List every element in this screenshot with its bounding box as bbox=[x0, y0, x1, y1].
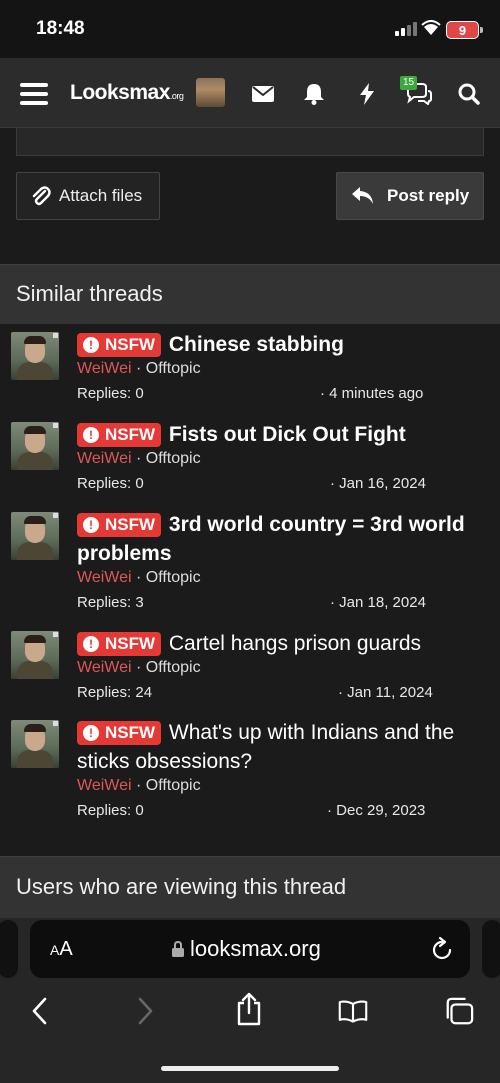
attach-files-button[interactable]: Attach files bbox=[16, 172, 160, 220]
similar-thread-item[interactable]: ! NSFW Fists out Dick Out Fight WeiWei · … bbox=[0, 420, 500, 499]
thread-meta: WeiWei · Offtopic bbox=[77, 569, 201, 587]
exclamation-icon: ! bbox=[83, 636, 99, 652]
thread-replies-count: Replies: 24 bbox=[77, 684, 153, 701]
thread-date: · Jan 11, 2024 bbox=[338, 684, 433, 701]
reload-icon[interactable] bbox=[430, 936, 454, 962]
post-reply-button[interactable]: Post reply bbox=[336, 172, 484, 220]
thread-title[interactable]: ! NSFW Cartel hangs prison guards bbox=[77, 629, 487, 658]
meta-separator: · bbox=[131, 569, 146, 586]
thread-replies-count: Replies: 0 bbox=[77, 385, 144, 402]
similar-thread-item[interactable]: ! NSFW Chinese stabbing WeiWei · Offtopic… bbox=[0, 330, 500, 409]
bell-icon[interactable] bbox=[300, 80, 328, 108]
mail-icon[interactable] bbox=[249, 80, 277, 108]
thread-title[interactable]: ! NSFW Chinese stabbing bbox=[77, 330, 487, 359]
exclamation-icon: ! bbox=[83, 427, 99, 443]
lightning-icon[interactable] bbox=[353, 80, 381, 108]
attach-files-label: Attach files bbox=[59, 186, 143, 205]
bookmarks-icon[interactable] bbox=[338, 996, 368, 1026]
address-bar[interactable]: AA looksmax.org bbox=[30, 920, 470, 978]
search-icon[interactable] bbox=[455, 80, 483, 108]
thread-replies-count: Replies: 0 bbox=[77, 475, 144, 492]
exclamation-icon: ! bbox=[83, 337, 99, 353]
thread-author-link[interactable]: WeiWei bbox=[77, 450, 132, 467]
next-tab-peek[interactable] bbox=[482, 920, 500, 978]
site-logo[interactable]: Looksmax.org bbox=[70, 81, 184, 105]
exclamation-icon: ! bbox=[83, 725, 99, 741]
menu-icon[interactable] bbox=[20, 80, 48, 108]
thread-author-link[interactable]: WeiWei bbox=[77, 569, 132, 586]
status-time: 18:48 bbox=[36, 18, 85, 39]
thread-replies-count: Replies: 0 bbox=[77, 802, 144, 819]
status-bar: 18:48 9 bbox=[0, 0, 500, 58]
exclamation-icon: ! bbox=[83, 517, 99, 533]
browser-toolbar: AA looksmax.org bbox=[0, 918, 500, 1083]
thread-author-link[interactable]: WeiWei bbox=[77, 777, 132, 794]
lock-icon bbox=[172, 941, 184, 957]
url-display[interactable]: looksmax.org bbox=[172, 936, 321, 962]
meta-separator: · bbox=[131, 450, 146, 467]
thread-meta: WeiWei · Offtopic bbox=[77, 659, 201, 677]
battery-icon: 9 bbox=[446, 21, 483, 39]
thread-replies-count: Replies: 3 bbox=[77, 594, 144, 611]
thread-forum-link[interactable]: Offtopic bbox=[146, 777, 201, 794]
similar-thread-item[interactable]: ! NSFW Cartel hangs prison guards WeiWei … bbox=[0, 629, 500, 708]
thread-date: · 4 minutes ago bbox=[320, 385, 424, 402]
thread-author-link[interactable]: WeiWei bbox=[77, 360, 132, 377]
forward-icon[interactable] bbox=[131, 996, 161, 1026]
home-indicator bbox=[161, 1066, 339, 1071]
nsfw-prefix-badge: ! NSFW bbox=[77, 632, 162, 656]
alerts-count-badge: 15 bbox=[400, 76, 418, 90]
site-navbar: Looksmax.org bbox=[0, 58, 500, 128]
previous-tab-peek[interactable] bbox=[0, 920, 18, 978]
thread-author-avatar[interactable] bbox=[11, 422, 59, 470]
meta-separator: · bbox=[131, 777, 146, 794]
thread-author-avatar[interactable] bbox=[11, 332, 59, 380]
meta-separator: · bbox=[131, 360, 146, 377]
back-icon[interactable] bbox=[24, 996, 54, 1026]
thread-forum-link[interactable]: Offtopic bbox=[146, 659, 201, 676]
thread-author-avatar[interactable] bbox=[11, 512, 59, 560]
nsfw-prefix-badge: ! NSFW bbox=[77, 513, 162, 537]
similar-thread-item[interactable]: ! NSFW What's up with Indians and the sti… bbox=[0, 718, 500, 826]
nsfw-prefix-badge: ! NSFW bbox=[77, 423, 162, 447]
thread-author-avatar[interactable] bbox=[11, 631, 59, 679]
thread-date: · Jan 16, 2024 bbox=[330, 475, 426, 492]
thread-forum-link[interactable]: Offtopic bbox=[146, 450, 201, 467]
similar-thread-item[interactable]: ! NSFW 3rd world country = 3rd world prob… bbox=[0, 510, 500, 618]
thread-title[interactable]: ! NSFW Fists out Dick Out Fight bbox=[77, 420, 487, 449]
meta-separator: · bbox=[131, 659, 146, 676]
reader-settings-button[interactable]: AA bbox=[50, 938, 73, 961]
user-avatar[interactable] bbox=[196, 78, 225, 107]
thread-meta: WeiWei · Offtopic bbox=[77, 360, 201, 378]
paperclip-icon bbox=[32, 186, 51, 206]
reply-arrow-icon bbox=[352, 187, 373, 204]
nsfw-prefix-badge: ! NSFW bbox=[77, 333, 162, 357]
thread-meta: WeiWei · Offtopic bbox=[77, 777, 201, 795]
thread-forum-link[interactable]: Offtopic bbox=[146, 360, 201, 377]
thread-date: · Dec 29, 2023 bbox=[327, 802, 426, 819]
similar-threads-heading: Similar threads bbox=[0, 264, 500, 324]
thread-title[interactable]: ! NSFW 3rd world country = 3rd world prob… bbox=[77, 510, 487, 568]
nsfw-prefix-badge: ! NSFW bbox=[77, 721, 162, 745]
users-viewing-heading: Users who are viewing this thread bbox=[0, 856, 500, 920]
post-reply-label: Post reply bbox=[387, 186, 470, 205]
cellular-signal-icon bbox=[395, 22, 417, 36]
tabs-icon[interactable] bbox=[444, 996, 474, 1026]
thread-date: · Jan 18, 2024 bbox=[330, 594, 426, 611]
share-icon[interactable] bbox=[234, 992, 264, 1026]
wifi-icon bbox=[421, 20, 441, 35]
thread-author-avatar[interactable] bbox=[11, 720, 59, 768]
thread-title[interactable]: ! NSFW What's up with Indians and the sti… bbox=[77, 718, 487, 776]
thread-meta: WeiWei · Offtopic bbox=[77, 450, 201, 468]
thread-forum-link[interactable]: Offtopic bbox=[146, 569, 201, 586]
thread-author-link[interactable]: WeiWei bbox=[77, 659, 132, 676]
reply-editor[interactable] bbox=[16, 128, 484, 156]
